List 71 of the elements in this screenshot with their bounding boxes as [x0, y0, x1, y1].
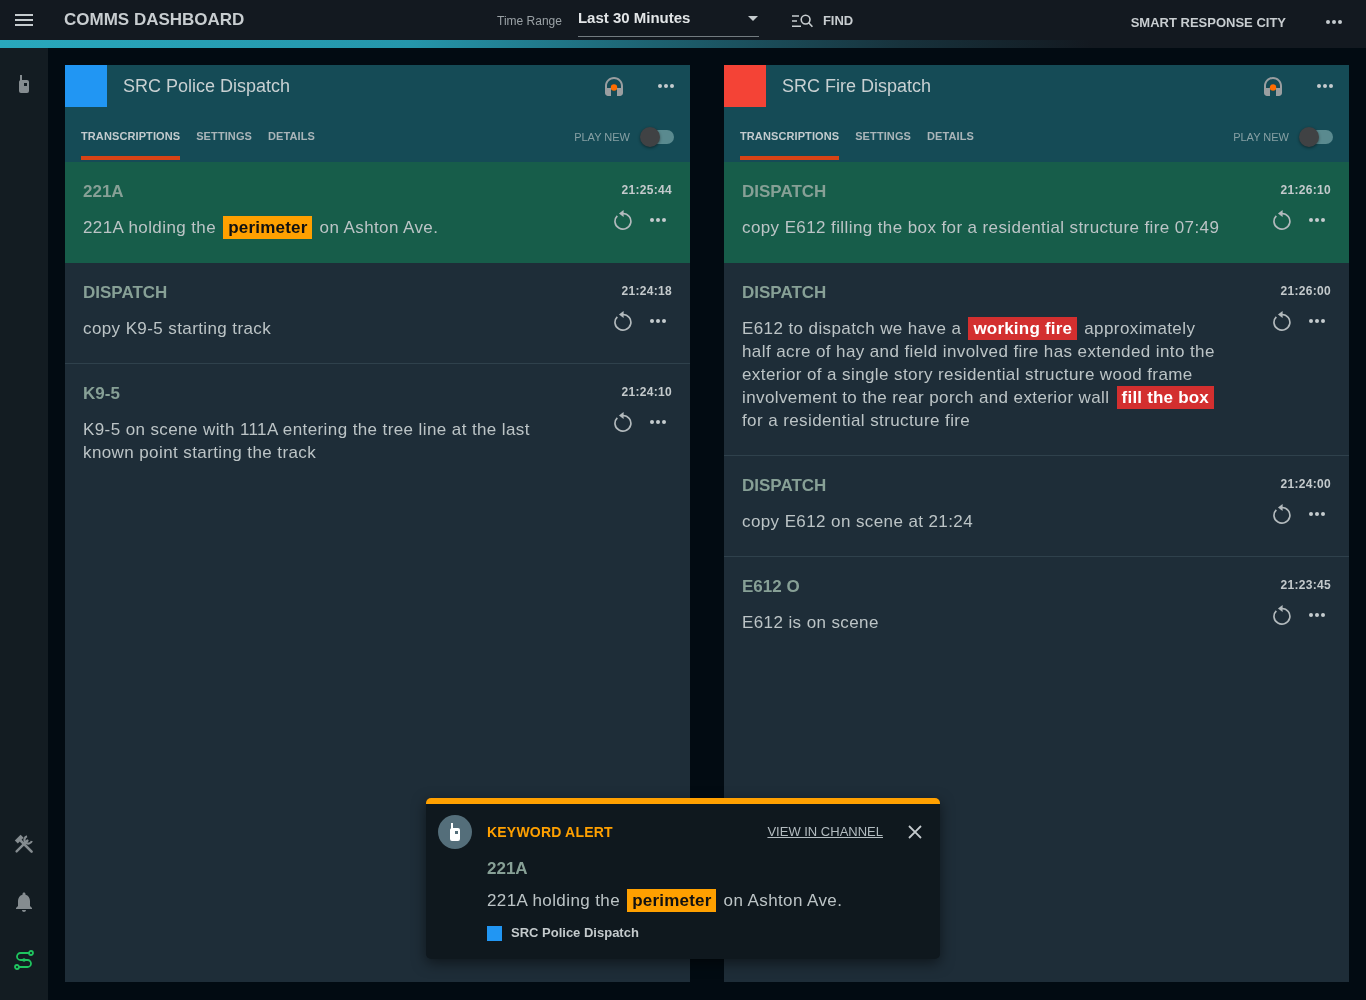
headset-icon[interactable] [1264, 76, 1282, 96]
organization-name: SMART RESPONSE CITY [1130, 14, 1286, 31]
transcription-row[interactable]: 221A 221A holding the perimeter on Ashton Ave. 21:25:44 [65, 162, 690, 263]
alert-text: 221A holding the perimeter on Ashton Ave. [487, 889, 844, 912]
replay-icon[interactable] [1273, 311, 1291, 331]
speaker-label: 221A [487, 858, 529, 880]
toggle-switch[interactable] [640, 127, 674, 147]
more-icon[interactable] [650, 319, 666, 323]
route-icon[interactable] [14, 950, 34, 970]
more-icon[interactable] [658, 84, 674, 88]
more-icon[interactable] [1309, 613, 1325, 617]
more-icon[interactable] [650, 218, 666, 222]
tab[interactable]: SETTINGS [196, 107, 252, 160]
channel-title: SRC Police Dispatch [123, 75, 291, 97]
transcript-text: E612 to dispatch we have a working fire approximately half acre of hay and field involved fire has extended into the exterior of a single story residential structure wood frame involvement to the rear porch and exterior wall fill the box for a residential structure fire [742, 317, 1216, 432]
tab[interactable]: DETAILS [927, 107, 974, 160]
transcript-text: 221A holding the perimeter on Ashton Ave. [83, 216, 440, 239]
transcript-text: copy K9-5 starting track [83, 318, 273, 340]
time-range-label: Time Range [497, 13, 562, 29]
close-icon[interactable] [908, 825, 922, 839]
speaker-label: E612 O [742, 577, 801, 597]
tab[interactable]: SETTINGS [855, 107, 911, 160]
replay-icon[interactable] [614, 311, 632, 331]
tab[interactable]: DETAILS [268, 107, 315, 160]
more-icon[interactable] [650, 420, 666, 424]
replay-icon[interactable] [1273, 504, 1291, 524]
caret-icon [747, 16, 758, 21]
replay-icon[interactable] [1273, 605, 1291, 625]
transcription-row[interactable]: DISPATCH copy E612 filling the box for a residential structure fire 07:49 21:26:10 [724, 162, 1349, 263]
transcript-text: K9-5 on scene with 111A entering the tree line at the last known point starting the track [83, 419, 531, 464]
transcript-text: E612 is on scene [742, 612, 880, 634]
replay-icon[interactable] [614, 210, 632, 230]
speaker-label: 221A [83, 182, 125, 202]
search-list-icon [791, 14, 813, 28]
timestamp: 21:24:18 [621, 283, 672, 299]
channel-title: SRC Fire Dispatch [782, 75, 932, 97]
more-icon[interactable] [1309, 218, 1325, 222]
transcript-text: copy E612 on scene at 21:24 [742, 511, 975, 533]
transcript-text: copy E612 filling the box for a residential structure fire 07:49 [742, 217, 1221, 239]
more-icon[interactable] [1309, 319, 1325, 323]
speaker-label: DISPATCH [742, 476, 828, 496]
timestamp: 21:24:00 [1280, 476, 1331, 492]
time-range-dropdown[interactable]: Last 30 Minutes [577, 6, 759, 37]
speaker-label: DISPATCH [83, 283, 169, 303]
toggle-switch[interactable] [1299, 127, 1333, 147]
timestamp: 21:24:10 [621, 384, 672, 400]
app-title: COMMS DASHBOARD [64, 10, 246, 30]
more-icon[interactable] [1309, 512, 1325, 516]
replay-icon[interactable] [1273, 210, 1291, 230]
speaker-label: K9-5 [83, 384, 121, 404]
timestamp: 21:25:44 [621, 182, 672, 198]
speaker-label: DISPATCH [742, 182, 828, 202]
tools-icon[interactable] [14, 834, 34, 854]
bell-icon[interactable] [16, 892, 32, 912]
headset-icon[interactable] [605, 76, 623, 96]
speaker-label: DISPATCH [742, 283, 828, 303]
timestamp: 21:23:45 [1280, 577, 1331, 593]
more-icon[interactable] [1326, 20, 1342, 24]
more-icon[interactable] [1317, 84, 1333, 88]
channel-name: SRC Police Dispatch [511, 925, 639, 941]
play-new-label: PLAY NEW [574, 130, 630, 144]
timestamp: 21:26:00 [1280, 283, 1331, 299]
play-new-label: PLAY NEW [1233, 130, 1289, 144]
alert-title: KEYWORD ALERT [487, 823, 613, 841]
view-in-channel-link[interactable]: VIEW IN CHANNEL [767, 824, 883, 840]
radio-icon[interactable] [19, 75, 29, 93]
timestamp: 21:26:10 [1280, 182, 1331, 198]
radio-icon [438, 815, 472, 849]
menu-icon[interactable] [15, 14, 33, 26]
replay-icon[interactable] [614, 412, 632, 432]
find-button[interactable]: FIND [791, 13, 854, 29]
